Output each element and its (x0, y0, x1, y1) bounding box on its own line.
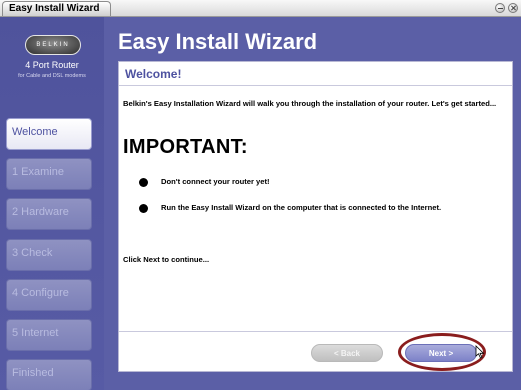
sidebar-step-label: 5 Internet (12, 327, 59, 339)
list-item-text: Don't connect your router yet! (161, 177, 270, 186)
divider (119, 331, 512, 332)
sidebar-step-check: 3 Check (6, 239, 92, 271)
sidebar-step-finished: Finished (6, 359, 92, 390)
belkin-logo: BELKIN (25, 35, 81, 55)
continue-instruction: Click Next to continue... (123, 255, 209, 264)
list-item: Don't connect your router yet! (139, 177, 479, 187)
continue-prefix: Click (123, 255, 144, 264)
sidebar-step-label: Finished (12, 367, 54, 379)
sidebar-step-examine: 1 Examine (6, 158, 92, 190)
sidebar-step-label: Welcome (12, 126, 58, 138)
bullet-icon (139, 178, 148, 187)
page-title: Easy Install Wizard (118, 29, 318, 54)
sidebar-step-welcome: Welcome (6, 118, 92, 150)
back-button[interactable]: < Back (311, 344, 383, 362)
panel-title: Welcome! (125, 67, 182, 81)
highlight-annotation (398, 333, 486, 371)
sidebar-step-label: 4 Configure (12, 287, 69, 299)
important-heading: IMPORTANT: (123, 136, 248, 158)
wizard-window: Easy Install Wizard BELKIN 4 Port Router… (0, 0, 521, 390)
sidebar-step-label: 3 Check (12, 247, 53, 259)
content-panel: Welcome! Belkin's Easy Installation Wiza… (118, 61, 513, 372)
close-icon[interactable] (508, 3, 518, 13)
sidebar-step-label: 2 Hardware (12, 206, 69, 218)
list-item: Run the Easy Install Wizard on the compu… (139, 203, 479, 213)
sidebar-step-label: 1 Examine (12, 166, 64, 178)
list-item-text: Run the Easy Install Wizard on the compu… (161, 203, 442, 212)
intro-text: Belkin's Easy Installation Wizard will w… (123, 99, 497, 108)
sidebar: BELKIN 4 Port Router for Cable and DSL m… (0, 17, 104, 390)
continue-key: Next (143, 255, 160, 264)
window-title: Easy Install Wizard (2, 1, 111, 16)
sidebar-step-configure: 4 Configure (6, 279, 92, 311)
minimize-icon[interactable] (495, 3, 505, 13)
product-name: 4 Port Router (25, 60, 79, 70)
title-bar: Easy Install Wizard (0, 0, 521, 17)
divider (119, 85, 512, 86)
sidebar-step-hardware: 2 Hardware (6, 198, 92, 230)
product-subtitle: for Cable and DSL modems (18, 73, 86, 79)
continue-suffix: to continue... (159, 255, 210, 264)
sidebar-step-internet: 5 Internet (6, 319, 92, 351)
mouse-cursor-icon (475, 345, 485, 359)
bullet-icon (139, 204, 148, 213)
